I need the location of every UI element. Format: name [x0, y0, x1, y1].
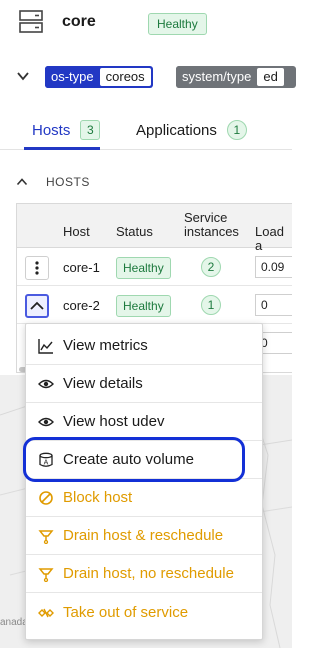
row-actions-button[interactable]: [25, 256, 49, 280]
menu-item-view-metrics[interactable]: View metrics: [26, 327, 262, 365]
menu-item-label: Drain host & reschedule: [63, 527, 224, 544]
label-tag-value: coreos: [99, 68, 151, 86]
label-filters: os-type coreos system/type ed: [0, 62, 296, 92]
menu-item-label: View metrics: [63, 337, 148, 354]
menu-item-view-details[interactable]: View details: [26, 365, 262, 403]
service-instances-count: 1: [201, 295, 221, 315]
tab-label: Hosts: [32, 121, 71, 139]
load-value: 0.09: [255, 256, 292, 278]
chevron-up-icon: [30, 301, 44, 310]
server-icon: [19, 10, 43, 33]
tab-applications[interactable]: Applications 1: [136, 120, 247, 140]
column-header-host[interactable]: Host: [63, 225, 90, 239]
load-value: 0: [255, 294, 292, 316]
cluster-status-badge: Healthy: [148, 13, 207, 35]
label-tag-system-type[interactable]: system/type ed: [176, 66, 296, 88]
section-title: HOSTS: [46, 175, 90, 189]
host-name[interactable]: core-2: [63, 298, 100, 313]
chart-line-icon: [38, 339, 53, 354]
drain-icon: [38, 530, 54, 544]
cluster-title: core: [62, 13, 96, 30]
highlight-ring: [23, 437, 245, 482]
menu-item-view-host-udev[interactable]: View host udev: [26, 403, 262, 441]
menu-item-label: Block host: [63, 489, 133, 506]
menu-item-label: View details: [63, 375, 143, 392]
table-row[interactable]: core-2 Healthy 1 0: [17, 286, 292, 324]
tab-bar: Hosts 3 Applications 1: [0, 108, 292, 150]
column-header-status[interactable]: Status: [116, 225, 153, 239]
active-tab-indicator: [24, 147, 100, 150]
column-header-instances[interactable]: instances: [184, 225, 239, 239]
chevron-up-icon[interactable]: [16, 176, 28, 188]
block-icon: [39, 491, 53, 505]
menu-item-drain-reschedule[interactable]: Drain host & reschedule: [26, 517, 262, 555]
menu-item-take-out-of-service[interactable]: Take out of service: [26, 594, 262, 632]
row-actions-button-open[interactable]: [25, 294, 49, 318]
tab-count-badge: 1: [226, 120, 247, 140]
eye-icon: [38, 417, 54, 427]
service-instances-count: 2: [201, 257, 221, 277]
tab-count-badge: 3: [80, 120, 101, 140]
menu-item-drain-no-reschedule[interactable]: Drain host, no reschedule: [26, 555, 262, 593]
out-of-service-icon: [38, 608, 54, 618]
host-status-badge: Healthy: [116, 295, 171, 317]
map-place-label: anada: [0, 617, 28, 628]
menu-item-label: Take out of service: [63, 604, 189, 621]
label-tag-key: system/type: [176, 66, 258, 88]
chevron-down-icon[interactable]: [16, 69, 30, 83]
tab-hosts[interactable]: Hosts 3: [32, 120, 101, 140]
label-tag-key: os-type: [45, 66, 100, 88]
column-header-service[interactable]: Service: [184, 211, 227, 225]
kebab-icon: [35, 261, 39, 275]
hosts-section-header[interactable]: HOSTS: [0, 172, 292, 192]
cluster-header: core Healthy: [0, 0, 292, 48]
menu-item-label: View host udev: [63, 413, 165, 430]
table-header: Host Status Service instances Load a: [17, 204, 292, 253]
table-row[interactable]: core-1 Healthy 2 0.09: [17, 248, 292, 286]
label-tag-value: ed: [257, 68, 284, 86]
host-status-badge: Healthy: [116, 257, 171, 279]
tab-label: Applications: [136, 121, 217, 139]
menu-item-block-host[interactable]: Block host: [26, 479, 262, 517]
label-tag-os-type[interactable]: os-type coreos: [45, 66, 153, 88]
drain-icon: [38, 568, 54, 582]
eye-icon: [38, 379, 54, 389]
menu-item-label: Drain host, no reschedule: [63, 565, 234, 582]
host-name[interactable]: core-1: [63, 260, 100, 275]
